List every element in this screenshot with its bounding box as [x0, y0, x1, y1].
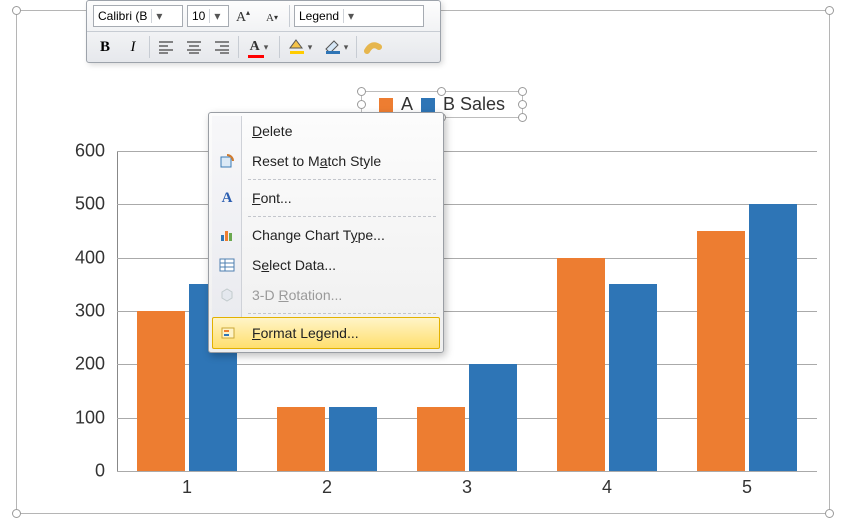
legend-context-menu[interactable]: Delete Reset to Match Style A Font... Ch… — [208, 112, 444, 353]
y-tick-label: 600 — [67, 141, 105, 162]
menu-item-delete[interactable]: Delete — [212, 116, 440, 146]
menu-item-3d-rotation: 3-D Rotation... — [212, 280, 440, 310]
bar-series-1[interactable] — [749, 204, 797, 471]
legend-handle[interactable] — [518, 87, 527, 96]
bold-button[interactable]: B — [92, 35, 118, 59]
legend-handle[interactable] — [518, 100, 527, 109]
font-color-button[interactable]: A ▾ — [242, 35, 276, 59]
menu-label: Format Legend... — [252, 325, 359, 341]
bar-series-1[interactable] — [469, 364, 517, 471]
align-left-button[interactable] — [153, 35, 179, 59]
chart-handle[interactable] — [825, 6, 834, 15]
mini-format-toolbar[interactable]: Calibri (B ▾ 10 ▾ A▴ A▾ Legend ▾ B I A — [86, 0, 441, 63]
chevron-down-icon[interactable]: ▾ — [209, 9, 223, 23]
svg-text:A: A — [266, 12, 274, 24]
svg-text:▴: ▴ — [246, 8, 250, 17]
y-tick-label: 500 — [67, 194, 105, 215]
y-tick-label: 300 — [67, 301, 105, 322]
chart-type-icon — [218, 226, 236, 244]
align-center-button[interactable] — [181, 35, 207, 59]
shape-outline-button[interactable]: ▾ — [319, 35, 353, 59]
chart-element-combo[interactable]: Legend ▾ — [294, 5, 424, 27]
legend-handle[interactable] — [357, 87, 366, 96]
menu-item-font[interactable]: A Font... — [212, 183, 440, 213]
bar-series-0[interactable] — [557, 258, 605, 471]
x-tick-label: 1 — [117, 477, 257, 498]
format-legend-icon — [219, 324, 237, 342]
chart-element-value: Legend — [295, 9, 343, 23]
menu-label: Font... — [252, 190, 292, 206]
menu-item-change-chart-type[interactable]: Change Chart Type... — [212, 220, 440, 250]
shape-effects-button[interactable] — [360, 35, 386, 59]
chart-handle[interactable] — [825, 509, 834, 518]
x-tick-label: 4 — [537, 477, 677, 498]
select-data-icon — [218, 256, 236, 274]
y-tick-label: 100 — [67, 407, 105, 428]
legend-handle[interactable] — [357, 100, 366, 109]
legend-swatch-b — [421, 98, 435, 112]
rotation-3d-icon — [218, 286, 236, 304]
font-name-value: Calibri (B — [94, 9, 151, 23]
menu-label: 3-D Rotation... — [252, 287, 342, 303]
gridline — [117, 471, 817, 472]
legend-handle[interactable] — [437, 87, 446, 96]
font-size-combo[interactable]: 10 ▾ — [187, 5, 229, 27]
font-size-value: 10 — [188, 9, 209, 23]
italic-button[interactable]: I — [120, 35, 146, 59]
reset-style-icon — [218, 152, 236, 170]
x-tick-label: 3 — [397, 477, 537, 498]
x-tick-label: 2 — [257, 477, 397, 498]
shape-fill-button[interactable]: ▾ — [283, 35, 317, 59]
bar-series-0[interactable] — [277, 407, 325, 471]
chart-handle[interactable] — [12, 509, 21, 518]
bar-series-0[interactable] — [697, 231, 745, 471]
menu-item-select-data[interactable]: Select Data... — [212, 250, 440, 280]
legend-handle[interactable] — [518, 113, 527, 122]
grow-font-button[interactable]: A▴ — [232, 4, 258, 28]
bar-series-0[interactable] — [137, 311, 185, 471]
menu-item-reset[interactable]: Reset to Match Style — [212, 146, 440, 176]
svg-text:▾: ▾ — [274, 13, 278, 22]
y-tick-label: 200 — [67, 354, 105, 375]
y-tick-label: 400 — [67, 247, 105, 268]
menu-label: Delete — [252, 123, 292, 139]
legend-swatch-a — [379, 98, 393, 112]
y-tick-label: 0 — [67, 461, 105, 482]
menu-label: Change Chart Type... — [252, 227, 385, 243]
chart-handle[interactable] — [12, 6, 21, 15]
shrink-font-button[interactable]: A▾ — [260, 4, 286, 28]
menu-label: Reset to Match Style — [252, 153, 381, 169]
font-icon: A — [218, 189, 236, 207]
align-right-button[interactable] — [209, 35, 235, 59]
menu-label: Select Data... — [252, 257, 336, 273]
font-name-combo[interactable]: Calibri (B ▾ — [93, 5, 183, 27]
chevron-down-icon[interactable]: ▾ — [343, 9, 357, 23]
chevron-down-icon[interactable]: ▾ — [151, 9, 165, 23]
bar-series-1[interactable] — [329, 407, 377, 471]
bar-series-1[interactable] — [609, 284, 657, 471]
bar-series-0[interactable] — [417, 407, 465, 471]
menu-item-format-legend[interactable]: Format Legend... — [212, 317, 440, 349]
x-tick-label: 5 — [677, 477, 817, 498]
legend-label-b: B Sales — [443, 94, 505, 115]
